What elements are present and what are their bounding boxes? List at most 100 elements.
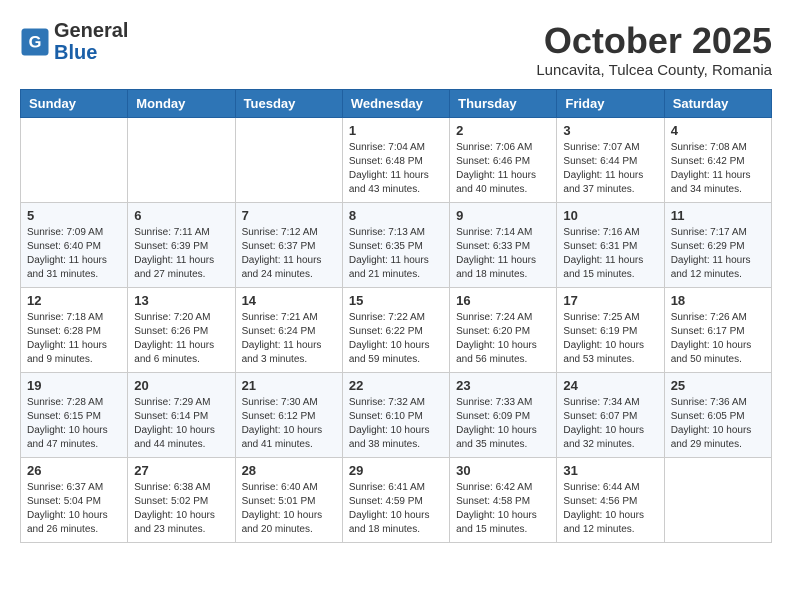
calendar-cell bbox=[664, 458, 771, 543]
day-number: 12 bbox=[27, 293, 121, 308]
day-number: 22 bbox=[349, 378, 443, 393]
title-block: October 2025 Luncavita, Tulcea County, R… bbox=[536, 20, 772, 79]
calendar-week-row: 1 Sunrise: 7:04 AM Sunset: 6:48 PM Daylig… bbox=[21, 118, 772, 203]
logo-blue: Blue bbox=[54, 42, 128, 64]
calendar-week-row: 12 Sunrise: 7:18 AM Sunset: 6:28 PM Dayli… bbox=[21, 288, 772, 373]
day-number: 1 bbox=[349, 123, 443, 138]
calendar-week-row: 19 Sunrise: 7:28 AM Sunset: 6:15 PM Dayli… bbox=[21, 373, 772, 458]
calendar-cell bbox=[21, 118, 128, 203]
day-number: 15 bbox=[349, 293, 443, 308]
weekday-header: Monday bbox=[128, 90, 235, 118]
calendar-cell: 6Sunrise: 7:11 AM Sunset: 6:39 PM Daylig… bbox=[128, 203, 235, 288]
day-info: Sunrise: 7:30 AM Sunset: 6:12 PM Dayligh… bbox=[242, 396, 336, 452]
calendar-cell: 24Sunrise: 7:34 AM Sunset: 6:07 PM Dayli… bbox=[557, 373, 664, 458]
day-info: Sunrise: 6:42 AM Sunset: 4:58 PM Dayligh… bbox=[456, 481, 550, 537]
calendar-cell: 29Sunrise: 6:41 AM Sunset: 4:59 PM Dayli… bbox=[342, 458, 449, 543]
day-info: Sunrise: 6:38 AM Sunset: 5:02 PM Dayligh… bbox=[134, 481, 228, 537]
page-header: G General Blue October 2025 Luncavita, T… bbox=[20, 20, 772, 79]
calendar-cell: 12 Sunrise: 7:18 AM Sunset: 6:28 PM Dayli… bbox=[21, 288, 128, 373]
day-info: Sunrise: 7:07 AM Sunset: 6:44 PM Dayligh… bbox=[563, 141, 657, 197]
day-number: 13 bbox=[134, 293, 228, 308]
day-info: Sunrise: 7:14 AM Sunset: 6:33 PM Dayligh… bbox=[456, 226, 550, 282]
weekday-header: Friday bbox=[557, 90, 664, 118]
calendar-table: SundayMondayTuesdayWednesdayThursdayFrid… bbox=[20, 89, 772, 543]
weekday-header: Saturday bbox=[664, 90, 771, 118]
calendar-cell: 13 Sunrise: 7:20 AM Sunset: 6:26 PM Dayli… bbox=[128, 288, 235, 373]
calendar-cell: 25Sunrise: 7:36 AM Sunset: 6:05 PM Dayli… bbox=[664, 373, 771, 458]
day-info: Sunrise: 7:36 AM Sunset: 6:05 PM Dayligh… bbox=[671, 396, 765, 452]
day-number: 14 bbox=[242, 293, 336, 308]
day-info: Sunrise: 7:29 AM Sunset: 6:14 PM Dayligh… bbox=[134, 396, 228, 452]
day-number: 23 bbox=[456, 378, 550, 393]
calendar-cell: 28 Sunrise: 6:40 AM Sunset: 5:01 PM Dayli… bbox=[235, 458, 342, 543]
calendar-cell: 2Sunrise: 7:06 AM Sunset: 6:46 PM Daylig… bbox=[450, 118, 557, 203]
weekday-header: Thursday bbox=[450, 90, 557, 118]
day-info: Sunrise: 7:18 AM Sunset: 6:28 PM Dayligh… bbox=[27, 311, 121, 367]
calendar-week-row: 26Sunrise: 6:37 AM Sunset: 5:04 PM Dayli… bbox=[21, 458, 772, 543]
day-number: 4 bbox=[671, 123, 765, 138]
day-info: Sunrise: 7:33 AM Sunset: 6:09 PM Dayligh… bbox=[456, 396, 550, 452]
day-info: Sunrise: 7:20 AM Sunset: 6:26 PM Dayligh… bbox=[134, 311, 228, 367]
day-info: Sunrise: 7:22 AM Sunset: 6:22 PM Dayligh… bbox=[349, 311, 443, 367]
day-info: Sunrise: 7:21 AM Sunset: 6:24 PM Dayligh… bbox=[242, 311, 336, 367]
day-info: Sunrise: 7:16 AM Sunset: 6:31 PM Dayligh… bbox=[563, 226, 657, 282]
day-info: Sunrise: 7:26 AM Sunset: 6:17 PM Dayligh… bbox=[671, 311, 765, 367]
day-info: Sunrise: 7:24 AM Sunset: 6:20 PM Dayligh… bbox=[456, 311, 550, 367]
calendar-cell: 4 Sunrise: 7:08 AM Sunset: 6:42 PM Daylig… bbox=[664, 118, 771, 203]
day-number: 16 bbox=[456, 293, 550, 308]
svg-text:G: G bbox=[29, 33, 42, 51]
day-number: 9 bbox=[456, 208, 550, 223]
day-info: Sunrise: 7:28 AM Sunset: 6:15 PM Dayligh… bbox=[27, 396, 121, 452]
day-info: Sunrise: 7:04 AM Sunset: 6:48 PM Dayligh… bbox=[349, 141, 443, 197]
day-number: 10 bbox=[563, 208, 657, 223]
day-number: 11 bbox=[671, 208, 765, 223]
day-info: Sunrise: 6:40 AM Sunset: 5:01 PM Dayligh… bbox=[242, 481, 336, 537]
day-number: 26 bbox=[27, 463, 121, 478]
day-info: Sunrise: 7:12 AM Sunset: 6:37 PM Dayligh… bbox=[242, 226, 336, 282]
location-subtitle: Luncavita, Tulcea County, Romania bbox=[536, 62, 772, 79]
day-number: 17 bbox=[563, 293, 657, 308]
calendar-cell: 11Sunrise: 7:17 AM Sunset: 6:29 PM Dayli… bbox=[664, 203, 771, 288]
day-number: 18 bbox=[671, 293, 765, 308]
logo-general: General bbox=[54, 20, 128, 42]
day-number: 30 bbox=[456, 463, 550, 478]
weekday-header: Tuesday bbox=[235, 90, 342, 118]
day-info: Sunrise: 7:25 AM Sunset: 6:19 PM Dayligh… bbox=[563, 311, 657, 367]
day-info: Sunrise: 7:34 AM Sunset: 6:07 PM Dayligh… bbox=[563, 396, 657, 452]
calendar-week-row: 5 Sunrise: 7:09 AM Sunset: 6:40 PM Daylig… bbox=[21, 203, 772, 288]
calendar-cell: 21Sunrise: 7:30 AM Sunset: 6:12 PM Dayli… bbox=[235, 373, 342, 458]
calendar-cell: 23 Sunrise: 7:33 AM Sunset: 6:09 PM Dayli… bbox=[450, 373, 557, 458]
calendar-cell: 8 Sunrise: 7:13 AM Sunset: 6:35 PM Daylig… bbox=[342, 203, 449, 288]
calendar-cell: 22 Sunrise: 7:32 AM Sunset: 6:10 PM Dayli… bbox=[342, 373, 449, 458]
calendar-cell: 16 Sunrise: 7:24 AM Sunset: 6:20 PM Dayli… bbox=[450, 288, 557, 373]
calendar-cell: 15 Sunrise: 7:22 AM Sunset: 6:22 PM Dayli… bbox=[342, 288, 449, 373]
day-number: 19 bbox=[27, 378, 121, 393]
day-info: Sunrise: 7:32 AM Sunset: 6:10 PM Dayligh… bbox=[349, 396, 443, 452]
calendar-cell bbox=[235, 118, 342, 203]
day-number: 27 bbox=[134, 463, 228, 478]
weekday-header-row: SundayMondayTuesdayWednesdayThursdayFrid… bbox=[21, 90, 772, 118]
day-info: Sunrise: 7:06 AM Sunset: 6:46 PM Dayligh… bbox=[456, 141, 550, 197]
day-info: Sunrise: 6:44 AM Sunset: 4:56 PM Dayligh… bbox=[563, 481, 657, 537]
calendar-cell: 7Sunrise: 7:12 AM Sunset: 6:37 PM Daylig… bbox=[235, 203, 342, 288]
day-number: 5 bbox=[27, 208, 121, 223]
logo-icon: G bbox=[20, 27, 50, 57]
day-number: 29 bbox=[349, 463, 443, 478]
day-info: Sunrise: 7:09 AM Sunset: 6:40 PM Dayligh… bbox=[27, 226, 121, 282]
day-number: 20 bbox=[134, 378, 228, 393]
calendar-cell: 19 Sunrise: 7:28 AM Sunset: 6:15 PM Dayli… bbox=[21, 373, 128, 458]
day-number: 8 bbox=[349, 208, 443, 223]
calendar-cell: 17 Sunrise: 7:25 AM Sunset: 6:19 PM Dayli… bbox=[557, 288, 664, 373]
month-title: October 2025 bbox=[536, 20, 772, 62]
day-number: 6 bbox=[134, 208, 228, 223]
calendar-cell: 18 Sunrise: 7:26 AM Sunset: 6:17 PM Dayli… bbox=[664, 288, 771, 373]
day-info: Sunrise: 7:13 AM Sunset: 6:35 PM Dayligh… bbox=[349, 226, 443, 282]
calendar-cell: 20 Sunrise: 7:29 AM Sunset: 6:14 PM Dayli… bbox=[128, 373, 235, 458]
day-info: Sunrise: 7:08 AM Sunset: 6:42 PM Dayligh… bbox=[671, 141, 765, 197]
calendar-cell bbox=[128, 118, 235, 203]
calendar-cell: 1 Sunrise: 7:04 AM Sunset: 6:48 PM Daylig… bbox=[342, 118, 449, 203]
calendar-cell: 3Sunrise: 7:07 AM Sunset: 6:44 PM Daylig… bbox=[557, 118, 664, 203]
calendar-cell: 14 Sunrise: 7:21 AM Sunset: 6:24 PM Dayli… bbox=[235, 288, 342, 373]
day-number: 28 bbox=[242, 463, 336, 478]
day-number: 31 bbox=[563, 463, 657, 478]
